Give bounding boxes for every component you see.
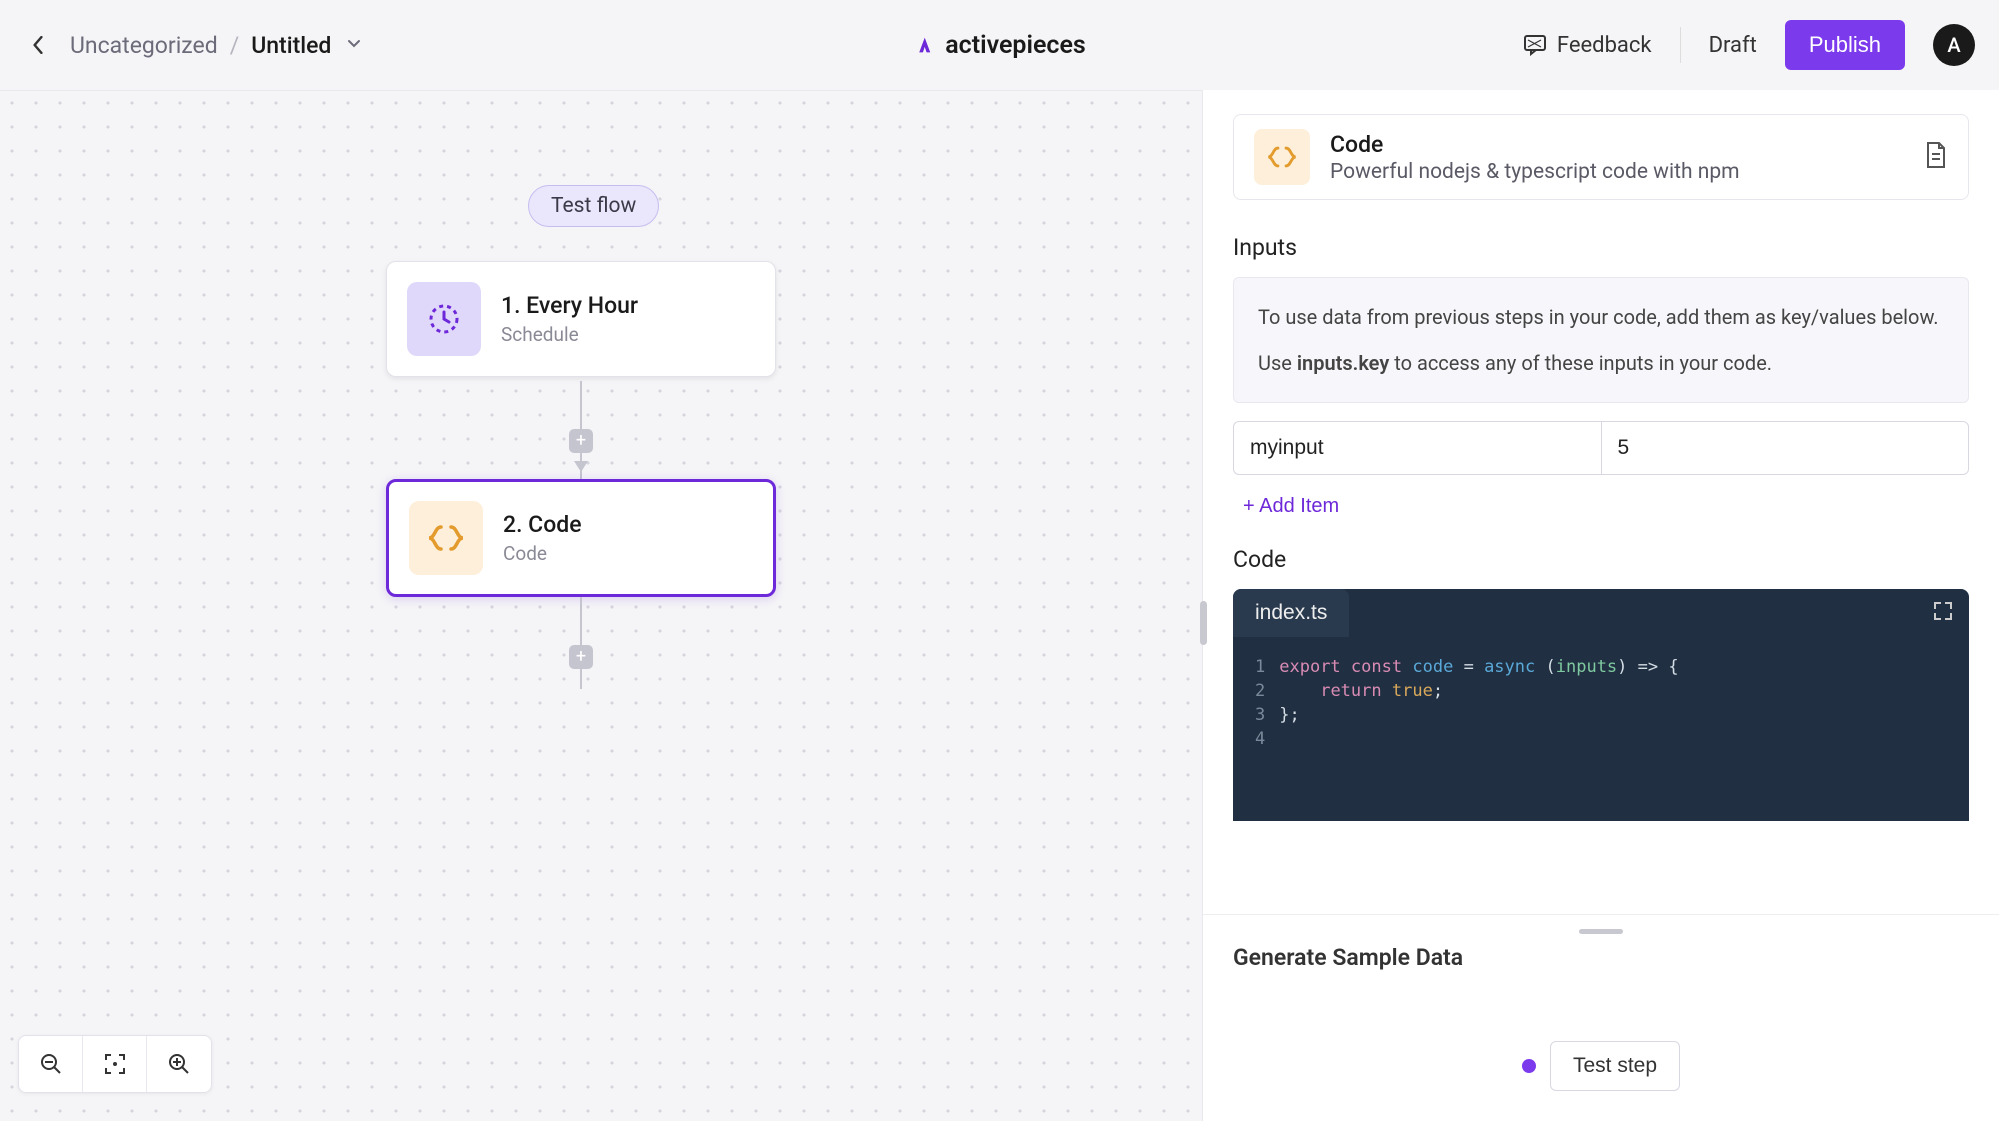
code-line: return true; [1279,679,1678,703]
generate-label: Generate Sample Data [1233,944,1969,971]
inputs-label: Inputs [1233,234,1969,261]
add-step-button[interactable]: + [569,429,593,453]
back-button[interactable] [24,31,52,59]
header-right: Feedback Draft Publish A [1523,20,1975,70]
publish-button[interactable]: Publish [1785,20,1905,70]
breadcrumb-category[interactable]: Uncategorized [70,32,218,59]
node-title: 1. Every Hour [501,292,638,319]
input-kv-row [1233,421,1969,475]
code-label: Code [1233,546,1969,573]
expand-icon [1933,601,1953,621]
code-icon [409,501,483,575]
zoom-out-button[interactable] [19,1036,83,1092]
chevron-left-icon [32,36,44,54]
feedback-icon [1523,34,1547,56]
code-line: }; [1279,703,1678,727]
code-lines: export const code = async (inputs) => { … [1279,655,1678,751]
info-line-2: Use inputs.key to access any of these in… [1258,348,1944,378]
logo-icon [913,34,935,56]
zoom-in-icon [166,1051,192,1077]
connector [580,597,582,689]
chevron-down-icon[interactable] [347,37,361,53]
feedback-button[interactable]: Feedback [1523,33,1652,58]
input-value-field[interactable] [1601,421,1970,475]
breadcrumb-separator: / [230,32,240,59]
main: Test flow 1. Every Hour Schedule + 2. Co… [0,90,1999,1121]
divider [1680,27,1681,63]
feedback-label: Feedback [1557,33,1652,58]
step-header: Code Powerful nodejs & typescript code w… [1233,114,1969,200]
step-description: Powerful nodejs & typescript code with n… [1330,160,1904,184]
node-title: 2. Code [503,511,582,538]
sample-data-section: Generate Sample Data Test step [1203,914,1999,1121]
info-line-1: To use data from previous steps in your … [1258,302,1944,332]
zoom-controls [18,1035,212,1093]
add-step-button[interactable]: + [569,645,593,669]
code-file-tab[interactable]: index.ts [1233,589,1349,637]
code-icon [1254,129,1310,185]
add-item-button[interactable]: + Add Item [1233,489,1349,524]
header-left: Uncategorized / Untitled [24,31,1523,59]
brand-name: activepieces [945,31,1086,60]
node-subtitle: Schedule [501,323,638,346]
zoom-out-icon [38,1051,64,1077]
docs-button[interactable] [1924,141,1948,173]
trigger-node[interactable]: 1. Every Hour Schedule [386,261,776,377]
arrow-icon [574,461,588,472]
test-flow-button[interactable]: Test flow [528,185,659,227]
fit-view-button[interactable] [83,1036,147,1092]
gutter: 1 2 3 4 [1255,655,1265,751]
vertical-resize-handle[interactable] [1579,929,1623,934]
header: Uncategorized / Untitled activepieces Fe… [0,0,1999,90]
draft-status: Draft [1709,33,1757,58]
flow-canvas[interactable]: Test flow 1. Every Hour Schedule + 2. Co… [0,90,1202,1121]
test-step-button[interactable]: Test step [1550,1041,1680,1091]
panel-scroll: Code Powerful nodejs & typescript code w… [1203,90,1999,914]
step-header-text: Code Powerful nodejs & typescript code w… [1330,131,1904,184]
test-step-row: Test step [1233,1041,1969,1091]
status-dot-icon [1522,1059,1536,1073]
expand-editor-button[interactable] [1933,601,1953,626]
node-text: 2. Code Code [503,511,582,565]
node-subtitle: Code [503,542,582,565]
code-node[interactable]: 2. Code Code [386,479,776,597]
breadcrumb: Uncategorized / Untitled [70,32,361,59]
code-line: export const code = async (inputs) => { [1279,655,1678,679]
panel-resize-handle[interactable] [1200,601,1207,645]
step-settings-panel: Code Powerful nodejs & typescript code w… [1202,90,1999,1121]
flow-title[interactable]: Untitled [251,32,331,59]
node-text: 1. Every Hour Schedule [501,292,638,346]
code-body[interactable]: 1 2 3 4 export const code = async (input… [1233,637,1969,769]
zoom-in-button[interactable] [147,1036,211,1092]
avatar[interactable]: A [1933,24,1975,66]
document-icon [1924,141,1948,169]
fit-view-icon [102,1051,128,1077]
code-editor[interactable]: index.ts 1 2 3 4 export const code = asy… [1233,589,1969,821]
input-key-field[interactable] [1233,421,1601,475]
code-line [1279,727,1678,751]
schedule-icon [407,282,481,356]
step-title: Code [1330,131,1904,158]
brand: activepieces [913,31,1086,60]
inputs-info: To use data from previous steps in your … [1233,277,1969,403]
